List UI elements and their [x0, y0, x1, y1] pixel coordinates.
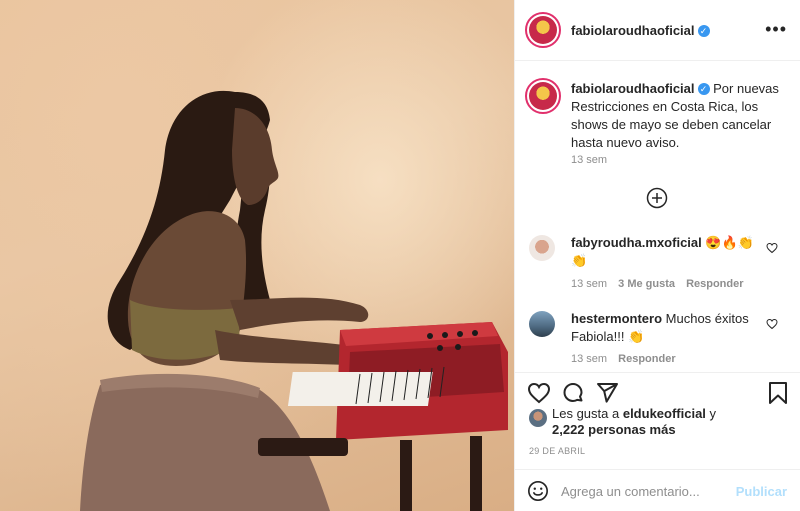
comment-icon[interactable] — [561, 381, 585, 405]
comment-heart-icon[interactable] — [766, 318, 778, 330]
add-comment-bar: Publicar — [515, 469, 800, 511]
comment-input[interactable] — [561, 480, 731, 502]
author-avatar[interactable] — [525, 12, 561, 48]
bookmark-icon[interactable] — [767, 381, 789, 405]
avatar-image — [529, 16, 557, 44]
likes-count[interactable]: 2,222 personas más — [552, 422, 676, 437]
avatar-image — [529, 82, 557, 110]
liker-username[interactable]: eldukeofficial — [623, 406, 706, 421]
verified-badge-icon: ✓ — [697, 83, 710, 95]
post-photo[interactable] — [0, 0, 514, 511]
comment-username[interactable]: hestermontero — [571, 311, 662, 326]
comment-item: hestermontero Muchos éxitos Fabiola!!! 👏 — [571, 310, 767, 346]
post-header: fabiolaroudhaoficial ✓ ••• — [515, 0, 800, 61]
likes-and: y — [709, 406, 717, 421]
post-caption: fabiolaroudhaoficial ✓ Por nuevas Restric… — [571, 80, 785, 152]
heart-icon[interactable] — [527, 381, 551, 405]
reply-button[interactable]: Responder — [618, 353, 675, 365]
comment-time[interactable]: 13 sem — [571, 353, 607, 365]
publish-button[interactable]: Publicar — [736, 484, 787, 499]
commenter-avatar[interactable] — [529, 235, 555, 261]
verified-badge-icon: ✓ — [697, 25, 710, 37]
likes-summary: Les gusta a eldukeofficial y 2,222 perso… — [552, 406, 716, 438]
emoji-icon[interactable] — [527, 480, 549, 502]
liker-avatar[interactable] — [529, 409, 547, 427]
caption-username[interactable]: fabiolaroudhaoficial — [571, 81, 695, 96]
comment-likes[interactable]: 3 Me gusta — [618, 278, 675, 290]
post-actions-bar — [515, 372, 800, 408]
comment-meta: 13 sem Responder — [571, 353, 676, 365]
comment-item: fabyroudha.mxoficial 😍🔥👏👏 — [571, 234, 767, 270]
likes-prefix: Les gusta a — [552, 406, 620, 421]
author-username[interactable]: fabiolaroudhaoficial — [571, 23, 695, 38]
comment-time[interactable]: 13 sem — [571, 278, 607, 290]
photo-illustration — [80, 90, 508, 511]
more-options-icon[interactable]: ••• — [765, 20, 787, 38]
comment-heart-icon[interactable] — [766, 242, 778, 254]
post-side-panel: fabiolaroudhaoficial ✓ ••• fabiolaroudhao… — [514, 0, 800, 511]
post-date[interactable]: 29 DE ABRIL — [529, 446, 585, 456]
comment-username[interactable]: fabyroudha.mxoficial — [571, 235, 702, 250]
caption-avatar[interactable] — [525, 78, 561, 114]
reply-button[interactable]: Responder — [686, 278, 743, 290]
plus-circle-icon[interactable] — [646, 187, 668, 209]
caption-time[interactable]: 13 sem — [571, 154, 607, 166]
comment-meta: 13 sem 3 Me gusta Responder — [571, 278, 744, 290]
commenter-avatar[interactable] — [529, 311, 555, 337]
send-icon[interactable] — [595, 381, 619, 405]
